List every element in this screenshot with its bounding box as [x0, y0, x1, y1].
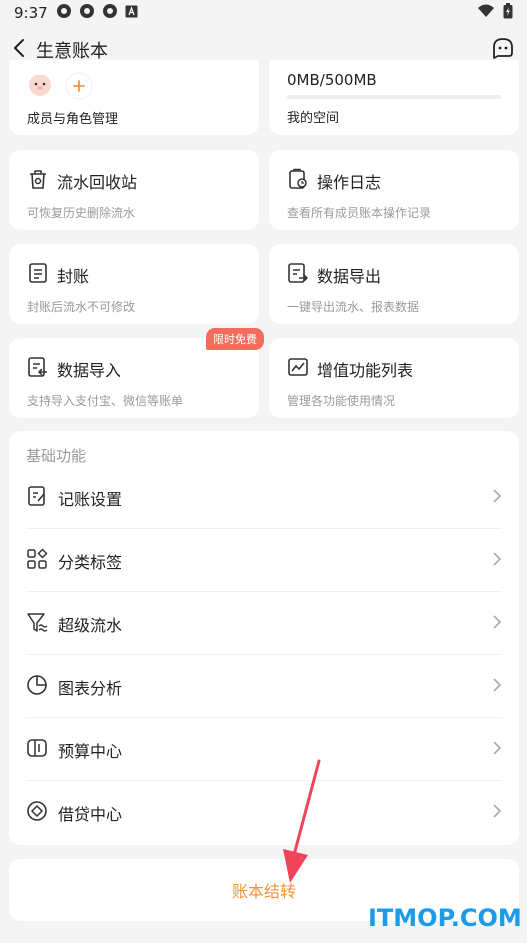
menu-item-label: 预算中心	[58, 741, 123, 761]
chevron-right-icon	[492, 740, 502, 760]
battery-icon	[503, 3, 513, 23]
chevron-right-icon	[492, 488, 502, 508]
storage-card[interactable]: 0MB/500MB 我的空间	[269, 60, 519, 135]
recycle-bin-tile[interactable]: 流水回收站 可恢复历史删除流水	[9, 150, 259, 230]
section-title: 基础功能	[26, 447, 87, 465]
tile-title: 封账	[57, 267, 90, 286]
app-notification-icon	[79, 3, 95, 23]
tile-subtitle: 封账后流水不可修改	[27, 300, 136, 314]
category-grid-icon	[26, 547, 48, 574]
menu-item-category-tags[interactable]: 分类标签	[26, 530, 502, 592]
menu-item-super-flow[interactable]: 超级流水	[26, 593, 502, 655]
tile-title: 操作日志	[317, 173, 382, 192]
avatar	[27, 74, 53, 101]
data-import-tile[interactable]: 数据导入 支持导入支付宝、微信等账单	[9, 338, 259, 418]
menu-item-label: 图表分析	[58, 678, 123, 698]
operation-log-icon	[287, 168, 309, 194]
basic-functions-section: 基础功能 记账设置 分类标签 超级流水 图表分析 预算中心 借贷中心	[9, 431, 519, 845]
storage-progress-bar	[287, 95, 501, 99]
pie-chart-icon	[26, 674, 48, 700]
app-notification-icon	[56, 3, 72, 23]
tile-subtitle: 一键导出流水、报表数据	[287, 300, 420, 314]
add-member-button[interactable]	[65, 72, 93, 104]
tile-title: 流水回收站	[57, 173, 138, 192]
import-icon	[27, 356, 49, 382]
menu-item-loan-center[interactable]: 借贷中心	[26, 782, 502, 844]
keyboard-icon	[125, 4, 138, 22]
data-export-tile[interactable]: 数据导出 一键导出流水、报表数据	[269, 244, 519, 324]
chevron-right-icon	[492, 803, 502, 823]
budget-icon	[26, 737, 48, 763]
menu-item-label: 借贷中心	[58, 805, 123, 824]
storage-label: 我的空间	[287, 111, 340, 126]
tile-subtitle: 支持导入支付宝、微信等账单	[27, 394, 184, 408]
storage-usage: 0MB/500MB	[287, 71, 377, 89]
edit-note-icon	[26, 485, 48, 511]
menu-item-label: 分类标签	[58, 552, 123, 572]
tile-title: 数据导入	[57, 361, 122, 380]
members-card[interactable]: 成员与角色管理	[9, 60, 259, 135]
chart-trend-icon	[287, 356, 309, 382]
ledger-lock-icon	[27, 262, 49, 288]
recycle-bin-icon	[27, 168, 49, 194]
back-icon[interactable]	[12, 38, 26, 62]
tile-subtitle: 可恢复历史删除流水	[27, 206, 136, 220]
annotation-arrow-icon	[270, 755, 330, 889]
value-added-list-tile[interactable]: 增值功能列表 管理各功能使用情况	[269, 338, 519, 418]
operation-log-tile[interactable]: 操作日志 查看所有成员账本操作记录	[269, 150, 519, 230]
members-label: 成员与角色管理	[27, 112, 119, 127]
tile-title: 数据导出	[317, 267, 382, 286]
limited-free-badge: 限时免费	[206, 328, 264, 350]
close-books-tile[interactable]: 封账 封账后流水不可修改	[9, 244, 259, 324]
menu-item-chart-analysis[interactable]: 图表分析	[26, 656, 502, 718]
menu-item-budget-center[interactable]: 预算中心	[26, 719, 502, 781]
tile-subtitle: 查看所有成员账本操作记录	[287, 206, 432, 220]
menu-item-bookkeeping-settings[interactable]: 记账设置	[26, 467, 502, 529]
watermark-logo: ITMOP.COM	[368, 904, 522, 932]
menu-item-label: 记账设置	[58, 489, 123, 509]
filter-icon	[26, 611, 48, 637]
chevron-right-icon	[492, 677, 502, 697]
wifi-icon	[477, 4, 495, 22]
app-notification-icon	[102, 3, 118, 23]
menu-item-label: 超级流水	[58, 615, 123, 635]
status-time: 9:37	[14, 4, 48, 22]
chevron-right-icon	[492, 551, 502, 571]
status-bar: 9:37	[0, 0, 527, 26]
chevron-right-icon	[492, 614, 502, 634]
loan-icon	[26, 800, 48, 826]
export-icon	[287, 262, 309, 288]
tile-subtitle: 管理各功能使用情况	[287, 394, 396, 408]
tile-title: 增值功能列表	[317, 361, 414, 380]
